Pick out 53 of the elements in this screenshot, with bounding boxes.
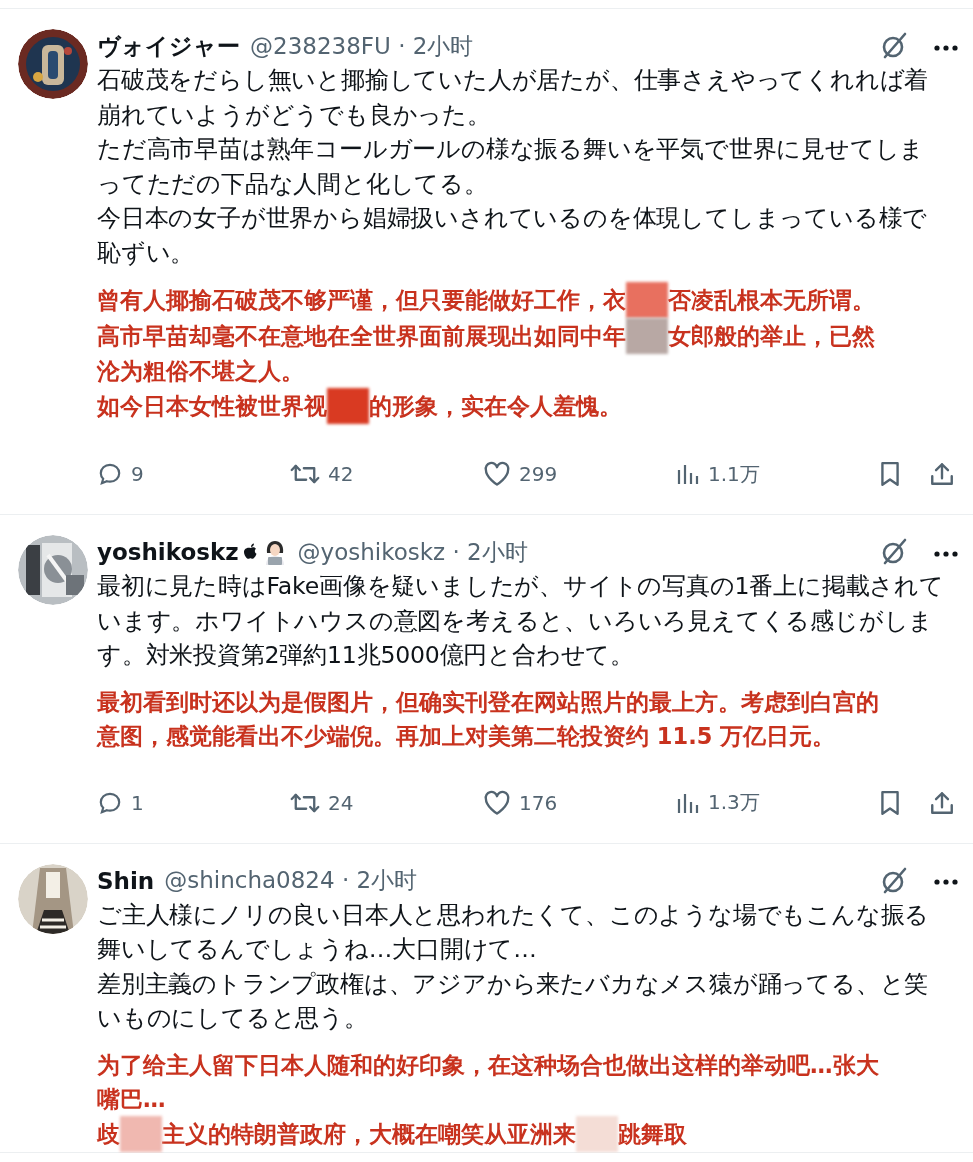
translation-text: 的形象，实在令人羞愧。: [369, 392, 622, 421]
heart-icon[interactable]: [483, 789, 511, 816]
repost-count: 42: [328, 462, 354, 486]
user-handle-time: @shincha0824 · 2小时: [164, 866, 418, 895]
user-handle-time: @238238FU · 2小时: [250, 31, 474, 61]
translation-text: 歧: [97, 1119, 120, 1149]
more-icon[interactable]: [933, 549, 959, 558]
translation-text: 沦为粗俗不堪之人。: [97, 357, 304, 386]
like-count: 176: [519, 790, 558, 815]
reply-count: 1: [131, 790, 144, 815]
tweet-text-line: 舞いしてるんでしょうね…大口開けて…: [97, 934, 538, 965]
translation-text: 最初看到时还以为是假图片，但确实刊登在网站照片的最上方。考虑到白宫的: [97, 687, 879, 717]
bookmark-icon[interactable]: [879, 789, 901, 816]
tweet-text-line: 最初に見た時はFake画像を疑いましたが、サイトの写真の1番上に掲載されて: [97, 571, 945, 602]
tweet-text-line: 崩れていようがどうでも良かった。: [97, 99, 492, 131]
translation-text: 高市早苗却毫不在意地在全世界面前展现出如同中年: [97, 322, 626, 351]
user-name[interactable]: ヴォイジャー: [97, 30, 240, 62]
user-handle-time: @yoshikoskz · 2小时: [297, 537, 528, 567]
tweet-text-line: ご主人様にノリの良い日本人と思われたくて、このような場でもこんな振る: [97, 899, 931, 931]
reply-icon[interactable]: [97, 461, 123, 487]
repost-count: 24: [328, 790, 354, 815]
view-count: 1.1万: [708, 460, 760, 488]
translation-text: 曾有人揶揄石破茂不够严谨，但只要能做好工作，衣: [97, 286, 626, 315]
translation-text: 女郎般的举止，已然: [668, 322, 875, 351]
translation-text: 否凌乱根本无所谓。: [668, 286, 875, 315]
share-icon[interactable]: [929, 461, 955, 487]
view-count: 1.3万: [708, 789, 760, 816]
translation-text: 嘴巴…: [97, 1084, 166, 1114]
translation-text: 主义的特朗普政府，大概在嘲笑从亚洲来: [162, 1119, 576, 1149]
user-name[interactable]: Shin: [97, 867, 155, 894]
tweet-text-line: 差別主義のトランプ政権は、アジアから来たバカなメス猿が踊ってる、と笑: [97, 968, 930, 1000]
translation-text: 如今日本女性被世界视: [97, 392, 327, 421]
views-icon[interactable]: [676, 462, 700, 486]
user-name[interactable]: yoshikoskz: [97, 539, 239, 565]
bookmark-icon[interactable]: [879, 461, 901, 487]
tweet-text-line: います。ホワイトハウスの意図を考えると、いろいろ見えてくる感じがしま: [97, 605, 935, 637]
more-icon[interactable]: [933, 43, 959, 52]
translation-text: 跳舞取: [618, 1119, 687, 1149]
like-count: 299: [519, 462, 558, 486]
heart-icon[interactable]: [483, 461, 511, 487]
tweet-text-line: す。対米投資第2弾約11兆5000億円と合わせて。: [97, 640, 636, 671]
translation-text: 意图，感觉能看出不少端倪。再加上对美第二轮投资约 11.5 万亿日元。: [97, 721, 836, 751]
tweet-text-line: 恥ずい。: [97, 237, 196, 269]
more-icon[interactable]: [933, 878, 959, 886]
apple-icon: [242, 543, 258, 561]
tweet-text-line: ただ高市早苗は熟年コールガールの様な振る舞いを平気で世界に見せてしま: [97, 134, 926, 165]
tweet-text-line: 今日本の女子が世界から娼婦扱いされているのを体現してしまっている様で: [97, 203, 929, 234]
tweet-text-line: ってただの下品な人間と化してる。: [97, 168, 489, 200]
tweet-text-line: いものにしてると思う。: [97, 1003, 369, 1034]
tweet-text-line: 石破茂をだらし無いと揶揄していた人が居たが、仕事さえやってくれれば着: [97, 65, 930, 96]
reply-count: 9: [131, 462, 144, 486]
translation-text: 为了给主人留下日本人随和的好印象，在这种场合也做出这样的举动吧…张大: [97, 1050, 879, 1080]
share-icon[interactable]: [929, 789, 955, 816]
